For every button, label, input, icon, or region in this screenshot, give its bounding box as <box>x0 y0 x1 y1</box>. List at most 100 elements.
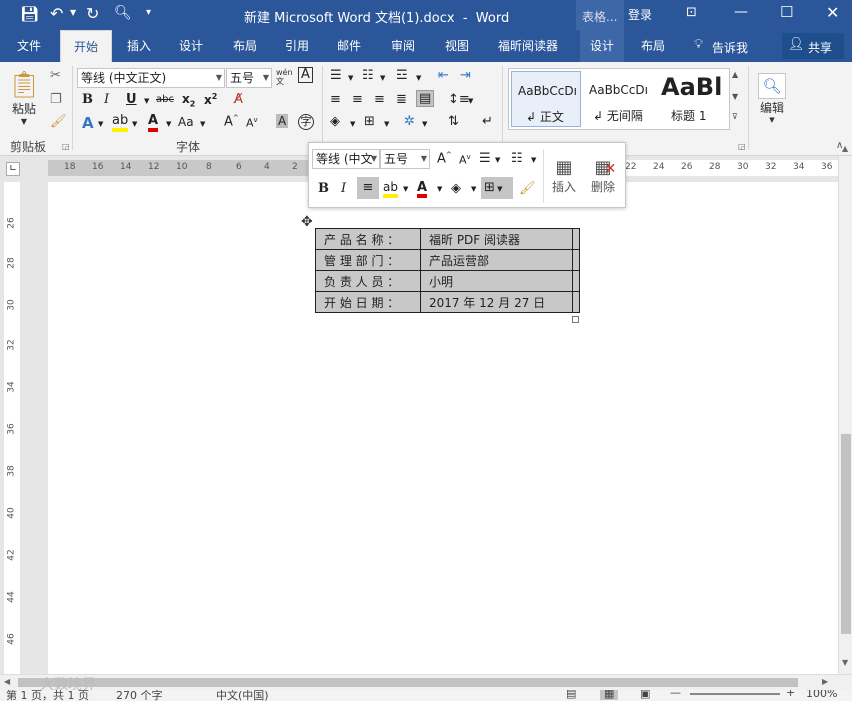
align-right-icon[interactable]: ≡ <box>374 92 385 107</box>
mini-font-color-icon[interactable]: A <box>417 181 428 198</box>
mini-font-name-combo[interactable]: 等线 (中文 ▼ <box>312 149 380 169</box>
mini-grow-font-icon[interactable]: A^ <box>437 151 452 166</box>
mini-center-icon[interactable]: ≡ <box>357 177 379 199</box>
show-marks-icon[interactable]: ↵ <box>482 114 493 129</box>
mini-borders-icon[interactable]: ⊞ ▼ <box>481 177 513 199</box>
mini-shading-dropdown-icon[interactable]: ▼ <box>471 185 476 193</box>
shading-icon[interactable]: ◈ <box>330 114 340 129</box>
tab-insert[interactable]: 插入 <box>116 30 162 62</box>
print-layout-icon[interactable]: ▦ <box>600 690 619 700</box>
undo-icon[interactable]: ↶ <box>50 4 63 23</box>
styles-scroll-up-icon[interactable]: ▲ <box>732 70 738 79</box>
tab-references[interactable]: 引用 <box>274 30 320 62</box>
table-cell[interactable]: 产 品 名 称 ： <box>315 228 421 250</box>
mini-numbering-icon[interactable]: ☷ <box>511 151 523 166</box>
highlight-dropdown-icon[interactable]: ▼ <box>132 120 137 128</box>
numbering-icon[interactable]: ☷ <box>362 68 374 83</box>
clipboard-launcher-icon[interactable]: ◲ <box>62 142 70 151</box>
style-no-spacing[interactable]: AaBbCcDı ↲ 无间隔 <box>585 71 657 127</box>
numbering-dropdown-icon[interactable]: ▼ <box>380 74 385 82</box>
tell-me-label[interactable]: 告诉我 <box>712 39 748 56</box>
clear-formatting-icon[interactable]: A̸ <box>234 92 243 107</box>
table-resize-handle[interactable] <box>572 316 579 323</box>
share-button[interactable]: 👤︎ 共享 <box>782 33 844 59</box>
increase-indent-icon[interactable]: ⇥ <box>460 68 471 83</box>
borders-icon[interactable]: ⊞ <box>364 114 375 129</box>
scrollbar-thumb[interactable] <box>841 434 851 634</box>
bold-icon[interactable]: B <box>82 92 93 107</box>
redo-icon[interactable]: ↻ <box>86 4 99 23</box>
scroll-up-icon[interactable]: ▲ <box>842 144 848 153</box>
document-table[interactable]: 产 品 名 称 ： 福昕 PDF 阅读器 管 理 部 门 ： 产品运营部 负 责… <box>315 228 580 313</box>
scroll-down-icon[interactable]: ▼ <box>842 658 848 667</box>
zoom-level[interactable]: 100% <box>806 690 837 700</box>
lightbulb-icon[interactable]: 💡︎ <box>694 37 703 52</box>
font-name-combo[interactable]: 等线 (中文正文) ▼ <box>77 68 225 88</box>
vertical-scrollbar[interactable]: ▲ ▼ <box>838 144 852 674</box>
table-cell[interactable]: 福昕 PDF 阅读器 <box>420 228 573 250</box>
superscript-icon[interactable]: x2 <box>204 92 217 107</box>
ribbon-display-icon[interactable]: ⊡ <box>686 5 697 20</box>
multilevel-list-icon[interactable]: ☲ <box>396 68 408 83</box>
tab-foxit[interactable]: 福昕阅读器 <box>490 30 566 62</box>
mini-bullets-icon[interactable]: ☰ <box>479 151 491 166</box>
login-link[interactable]: 登录 <box>628 6 652 23</box>
strikethrough-icon[interactable]: abc <box>156 94 174 105</box>
zoom-slider[interactable] <box>690 693 780 695</box>
zoom-in-icon[interactable]: + <box>786 690 795 699</box>
page-count[interactable]: 第 1 页，共 1 页 <box>6 690 89 701</box>
scroll-right-icon[interactable]: ▶ <box>822 677 828 686</box>
tab-mailings[interactable]: 邮件 <box>326 30 372 62</box>
borders-dropdown-icon[interactable]: ▼ <box>384 120 389 128</box>
tab-layout[interactable]: 布局 <box>222 30 268 62</box>
chinese-layout-dropdown-icon[interactable]: ▼ <box>422 120 427 128</box>
tab-home[interactable]: 开始 <box>60 30 112 62</box>
style-heading1[interactable]: AaBl 标题 1 <box>659 71 729 127</box>
subscript-icon[interactable]: x2 <box>182 92 195 108</box>
table-cell[interactable]: 产品运营部 <box>420 249 573 271</box>
tab-design[interactable]: 设计 <box>168 30 214 62</box>
format-painter-icon[interactable]: 🖌︎ <box>50 114 67 129</box>
shading-dropdown-icon[interactable]: ▼ <box>350 120 355 128</box>
zoom-out-icon[interactable]: — <box>670 690 681 699</box>
style-normal[interactable]: AaBbCcDı ↲ 正文 <box>511 71 581 127</box>
justify-icon[interactable]: ≣ <box>396 92 407 107</box>
read-mode-icon[interactable]: ▤ <box>566 690 576 700</box>
chinese-layout-icon[interactable]: ✲ <box>404 114 415 129</box>
character-border-icon[interactable]: A <box>298 67 313 83</box>
tab-table-layout[interactable]: 布局 <box>630 30 676 62</box>
tab-table-design[interactable]: 设计 <box>580 30 624 62</box>
tab-view[interactable]: 视图 <box>434 30 480 62</box>
customize-toolbar-icon[interactable]: ▾ <box>146 7 151 18</box>
styles-launcher-icon[interactable]: ◲ <box>738 142 746 151</box>
styles-scroll-down-icon[interactable]: ▼ <box>732 92 738 101</box>
shrink-font-icon[interactable]: Av <box>246 116 258 130</box>
mini-numbering-dropdown-icon[interactable]: ▼ <box>531 156 536 164</box>
table-cell[interactable]: 管 理 部 门 ： <box>315 249 421 271</box>
copy-icon[interactable]: ❐ <box>50 92 62 107</box>
table-cell[interactable]: 2017 年 12 月 27 日 <box>420 291 573 313</box>
table-move-handle-icon[interactable]: ✥ <box>301 214 313 230</box>
mini-font-color-dropdown-icon[interactable]: ▼ <box>437 185 442 193</box>
enclose-characters-icon[interactable]: 字 <box>298 114 314 130</box>
mini-shading-icon[interactable]: ◈ <box>451 181 461 196</box>
multilevel-dropdown-icon[interactable]: ▼ <box>416 74 421 82</box>
editing-button[interactable]: 🔍︎ 编辑 ▼ <box>754 68 790 128</box>
horizontal-scrollbar[interactable]: ◀ ▶ <box>0 674 852 690</box>
mini-italic-icon[interactable]: I <box>341 181 346 196</box>
table-cell[interactable]: 小明 <box>420 270 573 292</box>
sort-icon[interactable]: ⇅ <box>448 114 459 129</box>
tab-selector-icon[interactable]: ∟ <box>6 162 20 176</box>
paste-button[interactable]: 📋︎ 粘贴 ▼ <box>6 68 42 128</box>
font-color-dropdown-icon[interactable]: ▼ <box>166 120 171 128</box>
styles-more-icon[interactable]: ⊽ <box>732 112 738 121</box>
tab-file[interactable]: 文件 <box>6 30 52 62</box>
phonetic-guide-icon[interactable]: wén文 <box>276 68 293 86</box>
tab-review[interactable]: 审阅 <box>380 30 426 62</box>
mini-shrink-font-icon[interactable]: Av <box>459 153 471 167</box>
cut-icon[interactable]: ✂ <box>50 68 61 83</box>
text-effects-dropdown-icon[interactable]: ▼ <box>98 120 103 128</box>
print-preview-icon[interactable]: 🔍︎ <box>114 5 132 21</box>
font-size-combo[interactable]: 五号 ▼ <box>226 68 272 88</box>
align-center-icon[interactable]: ≡ <box>352 92 363 107</box>
